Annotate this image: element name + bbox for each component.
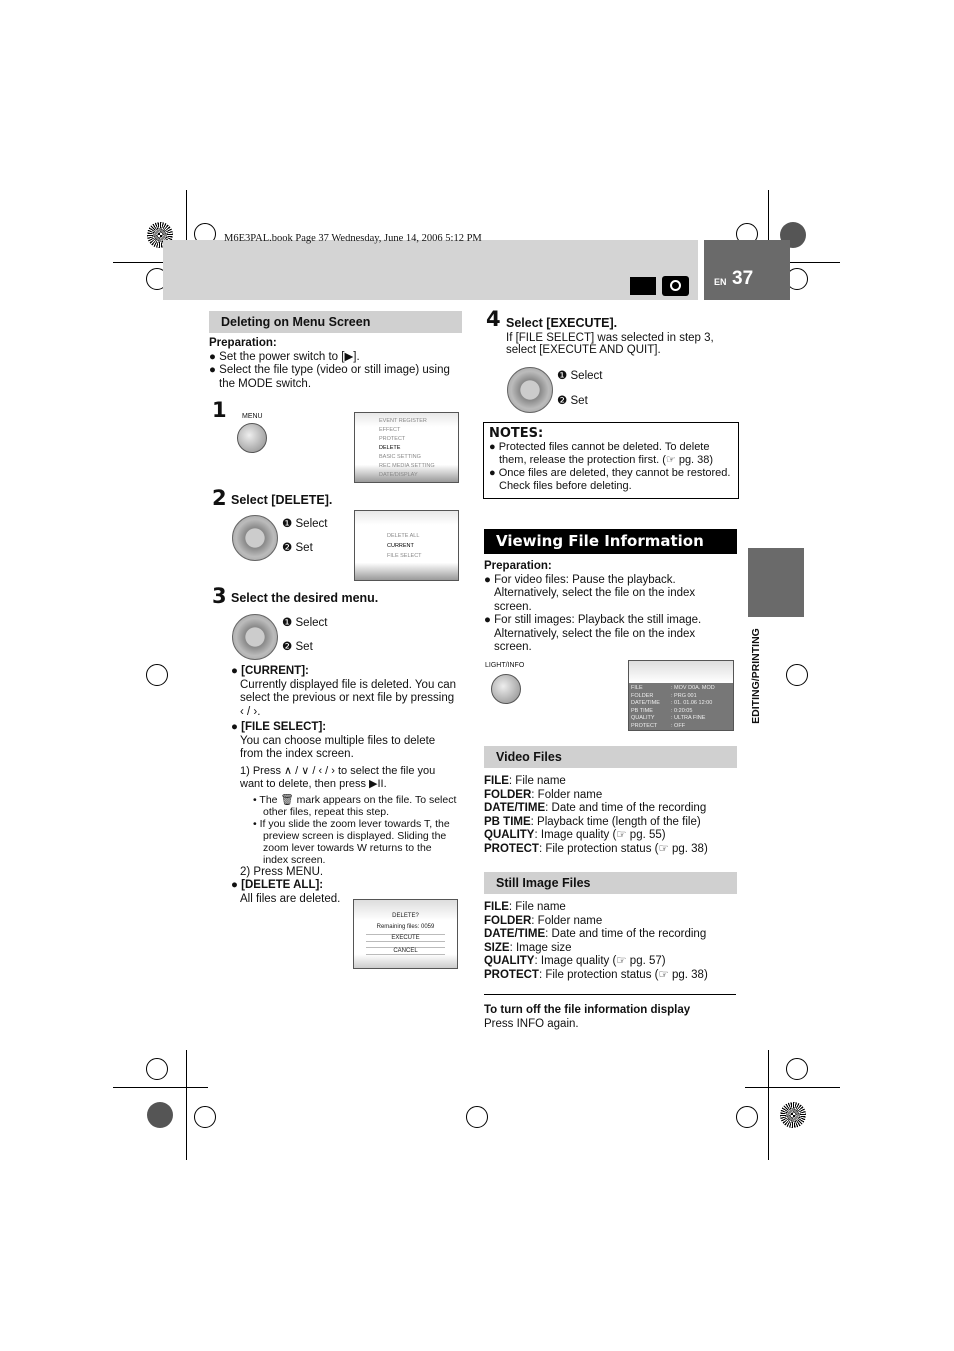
field-row: QUALITY: Image quality (☞ pg. 57)	[484, 955, 666, 967]
execute-option[interactable]: EXECUTE	[366, 934, 445, 942]
page-number: 37	[732, 268, 754, 289]
field-row: FOLDER: Folder name	[484, 788, 603, 801]
field-row: DATE/TIME: Date and time of the recordin…	[484, 928, 707, 940]
step-number: 3	[212, 584, 227, 608]
step4-text: If [FILE SELECT] was selected in step 3,…	[506, 332, 714, 356]
turnoff-text: Press INFO again.	[484, 1018, 579, 1030]
notes-box: NOTES: ● Protected files cannot be delet…	[483, 422, 739, 499]
current-text: Currently displayed file is deleted. You…	[240, 678, 457, 718]
set-label: ❷ Set	[282, 641, 313, 653]
step-title: Select [EXECUTE].	[506, 316, 618, 330]
menu-button-label: MENU	[242, 413, 263, 420]
color-target	[147, 1102, 173, 1128]
step-number: 4	[486, 307, 501, 331]
step-number: 1	[212, 398, 227, 422]
page-number-box: EN 37	[704, 240, 790, 300]
side-tab-label: EDITING/PRINTING	[750, 628, 762, 724]
select-label: ❶ Select	[282, 518, 328, 530]
prep-label: Preparation:	[209, 337, 277, 349]
book-line: M6E3PAL.book Page 37 Wednesday, June 14,…	[224, 233, 482, 244]
field-row: FILE: File name	[484, 775, 566, 787]
info-row: FOLDER: PRG 001	[631, 692, 697, 699]
turnoff-title: To turn off the file information display	[484, 1004, 691, 1016]
current-title: [CURRENT]:	[241, 665, 309, 677]
fileselect-title: [FILE SELECT]:	[241, 721, 327, 733]
section-title-deleting: Deleting on Menu Screen	[209, 311, 462, 333]
select-label: ❶ Select	[282, 617, 328, 629]
prep-item: ● Select the file type (video or still i…	[209, 364, 450, 390]
info-button-label: LIGHT/INFO	[485, 662, 525, 669]
control-dial[interactable]	[232, 515, 278, 561]
delete-submenu-screen: DELETE ALL CURRENT FILE SELECT	[354, 510, 459, 581]
fileselect-text: You can choose multiple files to delete …	[240, 734, 436, 761]
file-info-screen: FILE: MOV D0A. MOD FOLDER: PRG 001 DATE/TI…	[628, 660, 734, 731]
cancel-option[interactable]: CANCEL	[366, 947, 445, 955]
set-label: ❷ Set	[557, 395, 588, 407]
crop-mark	[186, 1050, 187, 1160]
registration-mark	[194, 1106, 216, 1128]
section-title-video: Video Files	[484, 746, 737, 768]
divider	[484, 994, 736, 995]
field-row: FILE: File name	[484, 901, 566, 913]
registration-mark	[736, 1106, 758, 1128]
info-button[interactable]	[491, 674, 521, 704]
field-row: FOLDER: Folder name	[484, 914, 603, 927]
step-number: 2	[212, 486, 227, 510]
registration-mark	[146, 1058, 168, 1080]
registration-mark	[786, 664, 808, 686]
step-title: Select the desired menu.	[231, 591, 379, 605]
info-row: PB TIME: 0:20:05	[631, 707, 693, 714]
registration-mark	[786, 1058, 808, 1080]
prep-item: ● For video files: Pause the playback. A…	[484, 573, 696, 613]
control-dial[interactable]	[507, 367, 553, 413]
registration-mark	[466, 1106, 488, 1128]
field-row: PROTECT: File protection status (☞ pg. 3…	[484, 968, 708, 981]
prep-item: ● Set the power switch to [▶].	[209, 350, 360, 363]
select-label: ❶ Select	[557, 370, 603, 382]
field-row: QUALITY: Image quality (☞ pg. 55)	[484, 829, 666, 841]
field-row: DATE/TIME: Date and time of the recordin…	[484, 802, 707, 814]
prep-item: ● For still images: Playback the still i…	[484, 614, 702, 653]
crop-mark	[768, 1050, 769, 1160]
menu-button[interactable]	[237, 423, 267, 453]
crop-mark	[745, 1087, 840, 1088]
set-label: ❷ Set	[282, 542, 313, 554]
menu-screen: EVENT REGISTER EFFECT PROTECT DELETE BAS…	[354, 412, 459, 483]
fileselect-step2: 2) Press MENU.	[240, 865, 324, 878]
control-dial[interactable]	[232, 614, 278, 660]
color-target	[780, 1102, 806, 1128]
side-tab	[748, 548, 804, 617]
field-row: SIZE: Image size	[484, 941, 572, 954]
section-title-viewing: Viewing File Information	[484, 529, 737, 554]
step-title: Select [DELETE].	[231, 493, 333, 507]
registration-mark	[146, 664, 168, 686]
header-band	[163, 240, 698, 300]
still-camera-icon	[662, 276, 689, 296]
still-fields-list: FILE: File name FOLDER: Folder name DATE/T…	[484, 901, 734, 982]
info-row: DATE/TIME: 01. 01.06 12:00	[631, 700, 713, 706]
info-row: FILE: MOV D0A. MOD	[631, 685, 715, 691]
delete-confirm-dialog: DELETE? Remaining files: 0059 EXECUTE CA…	[353, 899, 458, 969]
field-row: PROTECT: File protection status (☞ pg. 3…	[484, 842, 708, 855]
video-fields-list: FILE: File name FOLDER: Folder name DATE/T…	[484, 775, 734, 856]
field-row: PB TIME: Playback time (length of the fi…	[484, 815, 701, 828]
crop-mark	[113, 1087, 208, 1088]
info-row: QUALITY: ULTRA FINE	[631, 715, 706, 721]
notes-title: NOTES:	[489, 426, 544, 441]
section-title-still: Still Image Files	[484, 872, 737, 894]
video-camera-icon	[630, 277, 656, 295]
menu-item-delete: DELETE	[379, 445, 401, 451]
info-row: PROTECT: OFF	[631, 722, 686, 729]
fileselect-step1: 1) Press ∧ / ∨ / ‹ / › to select the fil…	[240, 764, 436, 791]
language-label: EN	[714, 277, 727, 287]
deleteall-title: [DELETE ALL]:	[241, 879, 324, 891]
